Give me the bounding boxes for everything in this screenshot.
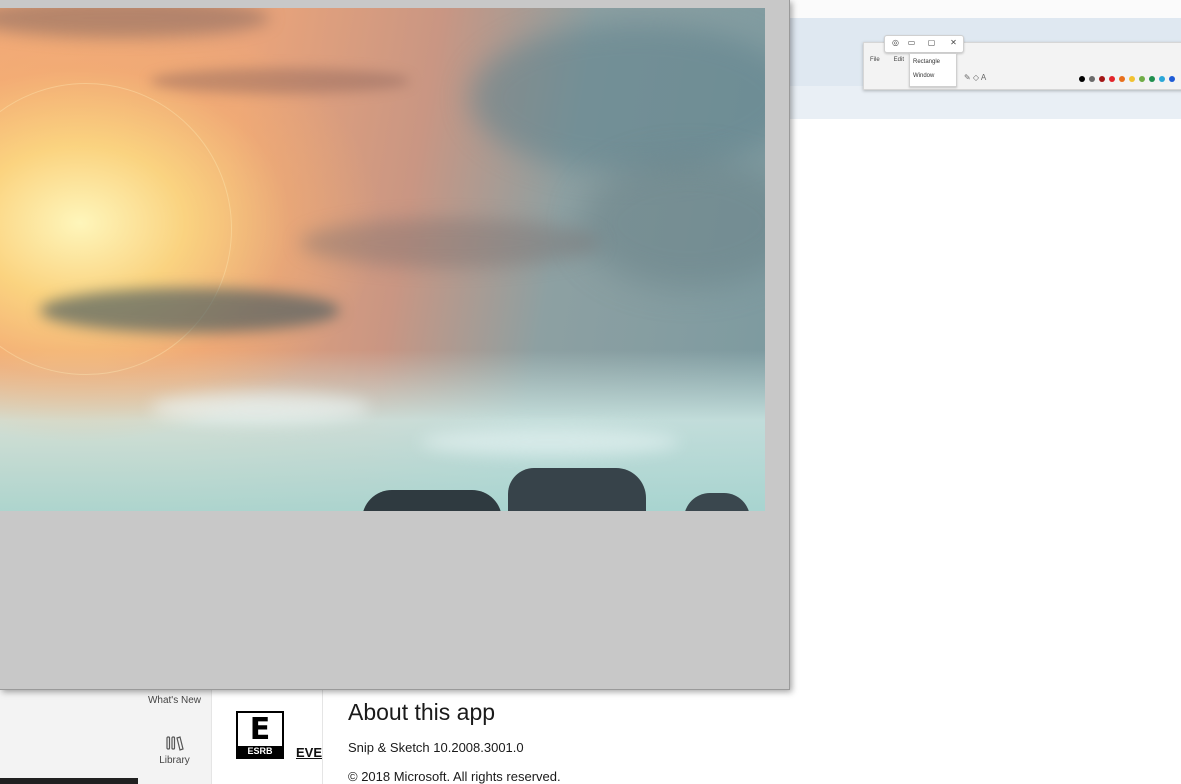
dropdown-item: Window [913,73,935,79]
app-version: Snip & Sketch 10.2008.3001.0 [348,740,524,755]
esrb-label: ESRB [238,746,282,757]
cloud [150,393,370,423]
age-rating-panel: E ESRB EVEI [212,689,323,784]
cloud [0,8,270,38]
about-title: About this app [348,699,496,725]
cloud [40,288,340,333]
store-background-panel [0,689,138,784]
menu-file: File [870,57,880,63]
esrb-rating-badge: E ESRB [236,711,284,759]
palette-swatch [1139,76,1145,82]
store-header-strip [790,0,1181,18]
rock-silhouette [684,493,750,511]
library-icon [138,735,211,755]
rock-silhouette [362,490,502,511]
sidebar-item-label: What's New [147,695,202,706]
close-icon: ✕ [950,38,957,47]
cloud [580,158,765,288]
sidebar-item-label: Library [159,755,190,766]
palette-swatch [1149,76,1155,82]
about-section: About this app Snip & Sketch 10.2008.300… [323,689,1181,784]
cloud [420,428,680,456]
rock-silhouette [508,468,646,511]
palette-swatch [1119,76,1125,82]
cloud [470,23,765,173]
cloud [150,68,410,94]
palette-swatch [1089,76,1095,82]
screenshot-carousel[interactable]: ◎ ▭ ▢ ✕ Rectangle Window File Edit ✎ ◇ A [790,18,1181,119]
thumbnail-menubar: File Edit [870,57,918,63]
menu-edit: Edit [893,57,905,63]
taskbar-edge [0,778,138,784]
rating-link[interactable]: EVEI [296,745,322,760]
palette-swatch [1129,76,1135,82]
palette-swatch [1169,76,1175,82]
video-icon: ▭ [907,38,916,47]
thumbnail-drawing-tools: ✎ ◇ A [964,73,987,82]
rectangle-icon: ▢ [927,38,936,47]
palette-swatch [1159,76,1165,82]
palette-swatch [1079,76,1085,82]
thumbnail-snip-toolbar: ◎ ▭ ▢ ✕ [884,35,964,53]
snip-sketch-window[interactable] [0,0,790,690]
palette-swatch [1099,76,1105,82]
cloud [300,218,600,268]
palette-swatch [1109,76,1115,82]
copyright-text: © 2018 Microsoft. All rights reserved. [348,769,561,784]
snip-canvas-image[interactable] [0,8,765,511]
app-screenshot-thumbnail[interactable]: ◎ ▭ ▢ ✕ Rectangle Window File Edit ✎ ◇ A [863,35,1181,90]
store-sidebar: ◌ What's New Library [138,682,212,784]
snip-mode-icon: ◎ [892,38,899,47]
esrb-letter: E [249,712,271,747]
sidebar-item-library[interactable]: Library [138,735,211,766]
